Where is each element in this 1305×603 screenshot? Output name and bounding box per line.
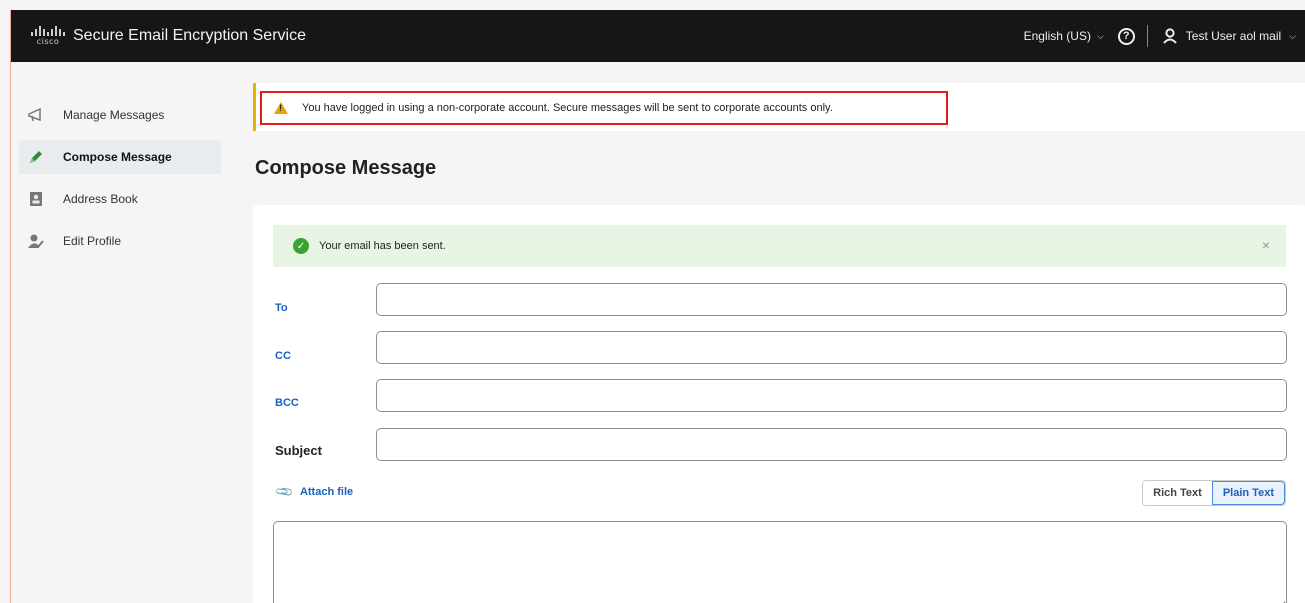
message-body-editor[interactable] <box>273 521 1287 603</box>
close-icon[interactable]: × <box>1262 237 1270 253</box>
success-alert: ✓ Your email has been sent. × <box>273 225 1286 267</box>
sidebar-item-address-book[interactable]: Address Book <box>19 182 221 216</box>
app-title: Secure Email Encryption Service <box>73 27 306 44</box>
header-actions: English (US) ⌵ ? Test User aol mail ⌵ <box>1024 10 1305 62</box>
help-icon[interactable]: ? <box>1117 27 1135 45</box>
sidebar-item-label: Edit Profile <box>63 234 122 248</box>
cisco-logo: cisco <box>31 24 65 48</box>
user-menu[interactable]: Test User aol mail ⌵ <box>1162 28 1296 44</box>
sidebar-item-compose-message[interactable]: Compose Message <box>19 140 221 174</box>
to-input[interactable] <box>376 283 1287 316</box>
cisco-logo-word: cisco <box>36 37 60 46</box>
sidebar-item-edit-profile[interactable]: Edit Profile <box>19 224 221 258</box>
warning-icon <box>274 102 288 114</box>
chevron-down-icon: ⌵ <box>1096 30 1104 41</box>
language-selector[interactable]: English (US) ⌵ <box>1024 29 1104 43</box>
header-divider <box>1146 25 1148 47</box>
bcc-input[interactable] <box>376 379 1287 412</box>
language-label: English (US) <box>1023 29 1091 43</box>
address-book-icon <box>27 190 45 208</box>
chevron-down-icon: ⌵ <box>1289 30 1296 41</box>
sidebar-item-label: Address Book <box>63 192 138 206</box>
paperclip-icon: 📎 <box>274 481 295 503</box>
attach-file-label: Attach file <box>299 486 354 498</box>
format-toggle: Rich Text Plain Text <box>1142 480 1286 506</box>
bcc-label[interactable]: BCC <box>275 397 299 409</box>
user-icon <box>1163 28 1177 44</box>
sidebar-item-label: Compose Message <box>63 150 172 164</box>
compose-card: ✓ Your email has been sent. × To CC BCC … <box>253 205 1305 603</box>
cisco-logo-bars-icon <box>31 26 65 36</box>
user-name: Test User aol mail <box>1185 29 1282 43</box>
top-header: cisco Secure Email Encryption Service En… <box>11 10 1305 62</box>
sidebar-item-manage-messages[interactable]: Manage Messages <box>19 98 221 132</box>
pencil-icon <box>27 148 45 166</box>
sidebar: Manage Messages Compose Message Address … <box>11 62 243 603</box>
attach-file-link[interactable]: 📎 Attach file <box>274 481 354 503</box>
cc-input[interactable] <box>376 331 1287 364</box>
megaphone-icon <box>27 106 45 124</box>
page-title: Compose Message <box>255 157 437 179</box>
app-frame: cisco Secure Email Encryption Service En… <box>10 10 1305 603</box>
success-text: Your email has been sent. <box>319 240 446 252</box>
warning-highlight-box: You have logged in using a non-corporate… <box>260 91 948 125</box>
sidebar-item-label: Manage Messages <box>63 108 165 122</box>
user-edit-icon <box>27 232 45 250</box>
subject-label: Subject <box>275 443 322 458</box>
rich-text-button[interactable]: Rich Text <box>1143 481 1212 505</box>
check-icon: ✓ <box>293 238 309 254</box>
to-label[interactable]: To <box>275 302 288 314</box>
plain-text-button[interactable]: Plain Text <box>1211 481 1285 505</box>
warning-banner: You have logged in using a non-corporate… <box>253 83 1305 131</box>
warning-text: You have logged in using a non-corporate… <box>302 102 833 114</box>
subject-input[interactable] <box>376 428 1287 461</box>
cc-label[interactable]: CC <box>275 350 291 362</box>
